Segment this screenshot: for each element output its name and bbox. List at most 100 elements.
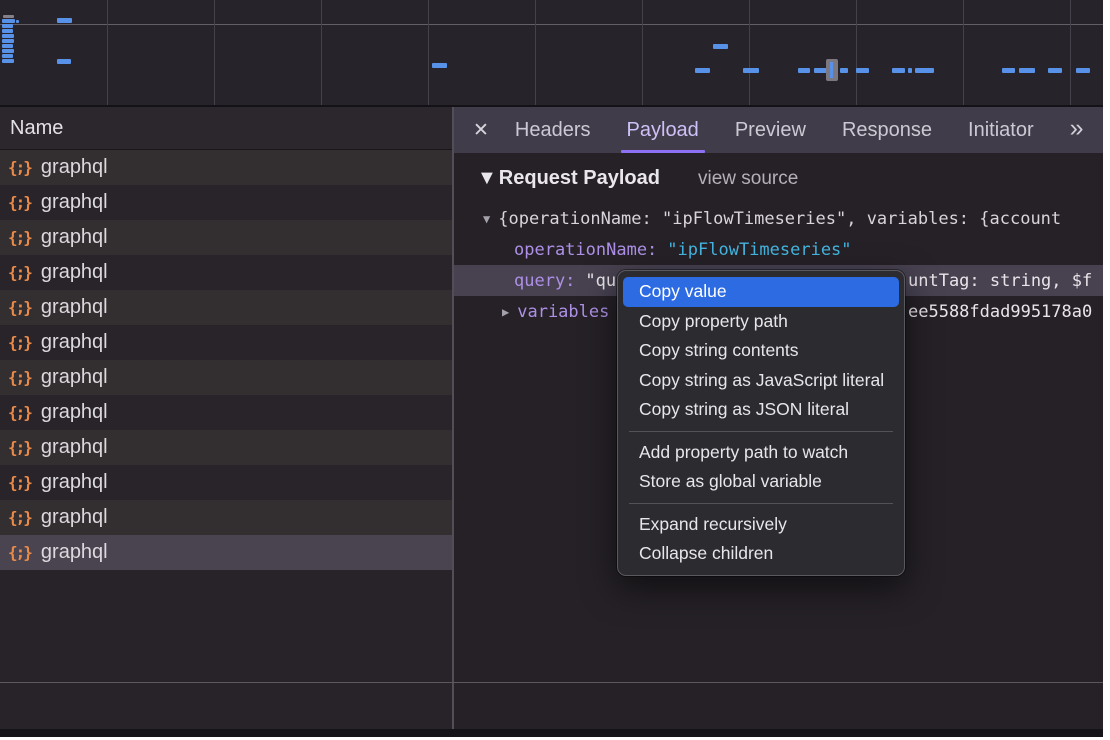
request-name-label: graphql [41,156,108,179]
overview-gridline [642,0,643,105]
request-name-label: graphql [41,296,108,319]
payload-row-operationname[interactable]: operationName: "ipFlowTimeseries" [454,234,1103,265]
waterfall-bar [2,49,14,53]
waterfall-bar [695,68,710,73]
tab-headers[interactable]: Headers [515,107,591,153]
request-list-panel: Name {;}graphql{;}graphql{;}graphql{;}gr… [0,107,452,729]
section-title-label: Request Payload [499,167,660,190]
waterfall-bar [2,34,14,38]
json-braces-icon: {;} [8,263,31,282]
waterfall-bar [2,19,15,23]
name-column-header[interactable]: Name [0,107,452,150]
section-title[interactable]: ▼ Request Payload [477,167,660,190]
overview-gridline [214,0,215,105]
request-payload-section-header: ▼ Request Payload view source [477,167,1103,190]
json-braces-icon: {;} [8,228,31,247]
waterfall-bar [1019,68,1035,73]
menu-item-add-property-path-to-watch[interactable]: Add property path to watch [623,438,899,468]
waterfall-bar [57,18,72,23]
window-bottom-bar [0,729,1103,737]
network-request-row[interactable]: {;} graphql [0,290,452,325]
tab-preview[interactable]: Preview [735,107,806,153]
menu-item-copy-value[interactable]: Copy value [623,277,899,307]
expander-right-icon[interactable]: ▶ [502,305,509,319]
expander-down-icon[interactable]: ▼ [477,167,497,190]
network-request-row[interactable]: {;} graphql [0,430,452,465]
overview-baseline [0,24,1103,25]
tab-initiator[interactable]: Initiator [968,107,1034,153]
request-name-label: graphql [41,261,108,284]
overview-gridline [321,0,322,105]
network-request-row[interactable]: {;} graphql [0,220,452,255]
network-request-row[interactable]: {;} graphql [0,395,452,430]
menu-item-copy-string-contents[interactable]: Copy string contents [623,336,899,366]
panel-split-divider[interactable] [452,107,454,729]
menu-separator [629,503,893,504]
menu-item-expand-recursively[interactable]: Expand recursively [623,510,899,540]
overview-gridline [749,0,750,105]
waterfall-bar [2,29,13,33]
overview-gridline [535,0,536,105]
request-name-label: graphql [41,331,108,354]
detail-tabs: Headers Payload Preview Response Initiator [515,107,1070,153]
context-menu: Copy valueCopy property pathCopy string … [617,270,905,576]
menu-item-collapse-children[interactable]: Collapse children [623,539,899,569]
network-request-row[interactable]: {;}graphql [0,500,452,535]
json-braces-icon: {;} [8,403,31,422]
request-name-label: graphql [41,471,108,494]
overview-gridline [1070,0,1071,105]
view-source-link[interactable]: view source [698,168,798,190]
payload-root-row[interactable]: ▼ {operationName: "ipFlowTimeseries", va… [454,203,1103,234]
json-braces-icon: {;} [8,158,31,177]
network-request-row[interactable]: {;} graphql [0,255,452,290]
property-key: query: [514,271,575,291]
overview-gridline [428,0,429,105]
menu-item-copy-string-as-json-literal[interactable]: Copy string as JSON literal [623,395,899,425]
waterfall-bar [57,59,71,64]
network-request-row[interactable]: {;} graphql [0,150,452,185]
tab-response[interactable]: Response [842,107,932,153]
request-name-label: graphql [41,401,108,424]
network-overview-strip[interactable] [0,0,1103,107]
json-braces-icon: {;} [8,368,31,387]
waterfall-bar [798,68,810,73]
request-name-label: graphql [41,436,108,459]
waterfall-bar [2,24,13,28]
more-tabs-icon[interactable]: » [1070,116,1084,144]
request-list: {;} graphql {;} graphql {;} graphql {;} graphql… [0,150,452,570]
network-request-row[interactable]: {;}graphql [0,535,452,570]
property-value: "ipFlowTimeseries" [667,240,851,260]
network-request-row[interactable]: {;}graphql [0,325,452,360]
menu-item-store-as-global-variable[interactable]: Store as global variable [623,467,899,497]
network-request-row[interactable]: {;}graphql [0,360,452,395]
overview-gridline [963,0,964,105]
json-braces-icon: {;} [8,438,31,457]
json-braces-icon: {;} [8,543,31,562]
request-name-label: graphql [41,191,108,214]
waterfall-bar [2,44,13,48]
menu-item-copy-property-path[interactable]: Copy property path [623,307,899,337]
tab-payload[interactable]: Payload [627,107,699,153]
name-column-label: Name [10,117,63,139]
waterfall-bar [1002,68,1015,73]
menu-item-copy-string-as-javascript-literal[interactable]: Copy string as JavaScript literal [623,366,899,396]
menu-separator [629,431,893,432]
expander-down-icon[interactable]: ▼ [483,212,490,226]
waterfall-bar [915,68,934,73]
network-request-row[interactable]: {;}graphql [0,465,452,500]
waterfall-bar [856,68,869,73]
detail-tab-bar: ✕ Headers Payload Preview Response Initiator… [454,107,1103,153]
waterfall-bar [840,68,848,73]
selected-request-marker-line [830,62,833,78]
horizontal-divider [0,682,1103,683]
json-braces-icon: {;} [8,298,31,317]
request-name-label: graphql [41,506,108,529]
waterfall-bar [1076,68,1090,73]
close-icon[interactable]: ✕ [473,119,489,142]
request-name-label: graphql [41,226,108,249]
network-request-row[interactable]: {;}graphql [0,185,452,220]
waterfall-bar [2,39,14,43]
payload-object-preview: {operationName: "ipFlowTimeseries", vari… [498,209,1061,229]
property-value-left: "qu [585,271,616,291]
waterfall-bar [2,59,14,63]
